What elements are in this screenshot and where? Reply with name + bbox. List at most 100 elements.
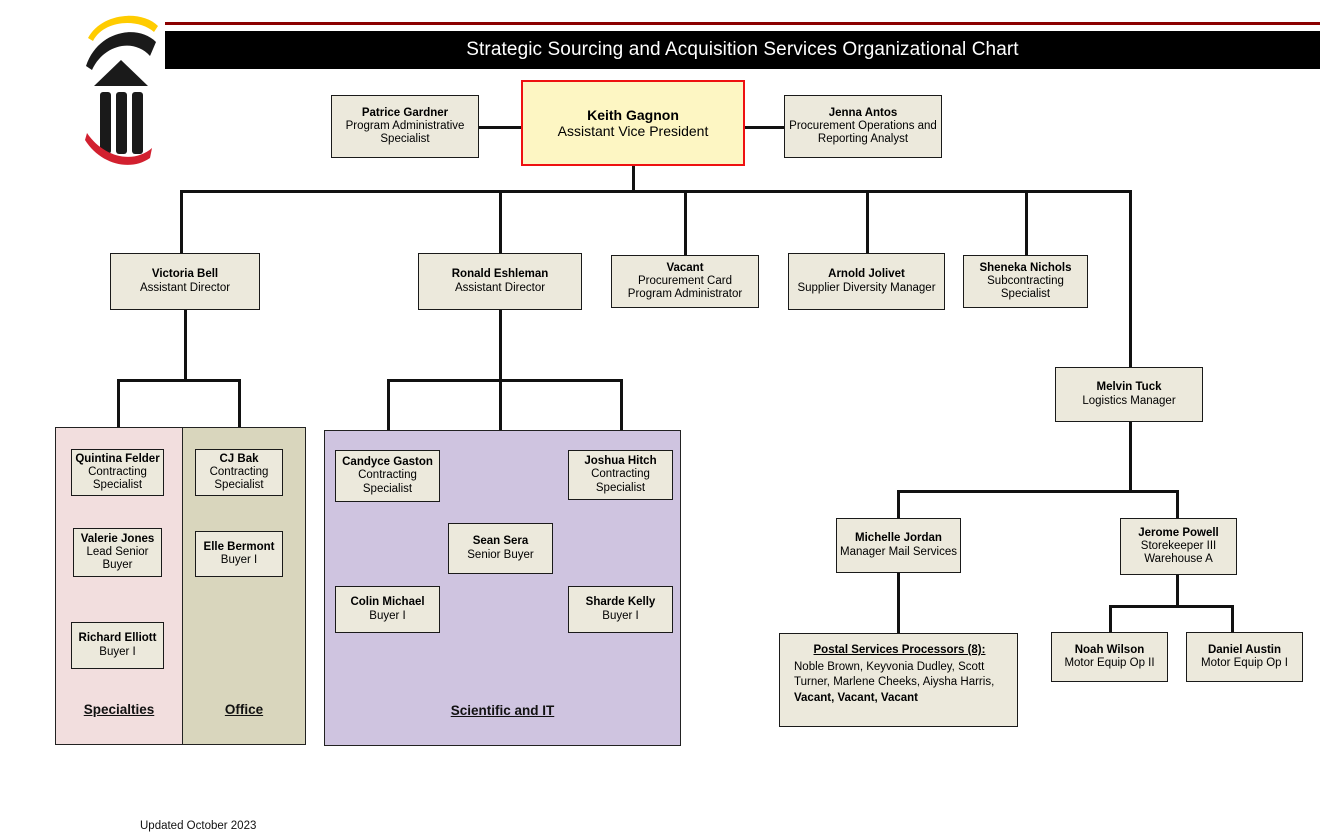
postal-vacant-staff: Vacant, Vacant, Vacant (794, 691, 919, 704)
connector-victoria-bus (117, 379, 241, 382)
node-name: Vacant (666, 261, 704, 274)
node-sheneka-nichols[interactable]: Sheneka Nichols Subcontracting Specialis… (963, 255, 1088, 308)
node-title: Motor Equip Op II (1064, 657, 1155, 669)
node-jerome-powell[interactable]: Jerome Powell Storekeeper III Warehouse … (1120, 518, 1237, 575)
node-melvin-tuck[interactable]: Melvin Tuck Logistics Manager (1055, 367, 1203, 422)
node-name: Colin Michael (350, 596, 425, 609)
connector-drop-arnold (866, 190, 869, 253)
node-name: Quintina Felder (75, 452, 160, 465)
node-daniel-austin[interactable]: Daniel Austin Motor Equip Op I (1186, 632, 1303, 682)
node-title: Assistant Director (139, 281, 231, 294)
node-jenna-antos[interactable]: Jenna Antos Procurement Operations and R… (784, 95, 942, 158)
node-title: Buyer I (99, 645, 136, 658)
node-postal-services-processors[interactable]: Postal Services Processors (8): Noble Br… (779, 633, 1018, 727)
region-label-scientific-it: Scientific and IT (450, 703, 555, 718)
connector-drop-daniel (1231, 605, 1234, 632)
connector-melvin-stem (1129, 422, 1132, 490)
node-cj-bak[interactable]: CJ Bak Contracting Specialist (195, 449, 283, 496)
connector-drop-michelle (897, 490, 900, 518)
node-title: Buyer I (369, 609, 406, 622)
connector-drop-sheneka (1025, 190, 1028, 255)
connector-ronald-bus (387, 379, 623, 382)
node-title: Manager Mail Services (840, 545, 957, 558)
node-vacant-procurement-card[interactable]: Vacant Procurement Card Program Administ… (611, 255, 759, 308)
connector-drop-vacant-pcard (684, 190, 687, 255)
node-name: Melvin Tuck (1096, 381, 1162, 394)
node-title: Motor Equip Op I (1201, 657, 1288, 669)
connector-michelle-postal (897, 573, 900, 633)
node-title: Lead Senior Buyer (86, 545, 149, 572)
connector-drop-melvin (1129, 190, 1132, 367)
node-title: Assistant Director (454, 281, 546, 294)
node-title: Program Administrative Specialist (345, 119, 465, 146)
node-title: Logistics Manager (1082, 394, 1176, 407)
node-colin-michael[interactable]: Colin Michael Buyer I (335, 586, 440, 633)
node-arnold-jolivet[interactable]: Arnold Jolivet Supplier Diversity Manage… (788, 253, 945, 310)
node-valerie-jones[interactable]: Valerie Jones Lead Senior Buyer (73, 528, 162, 577)
page-title: Strategic Sourcing and Acquisition Servi… (165, 31, 1320, 69)
connector-drivers-bus (1109, 605, 1233, 608)
node-name: Sean Sera (472, 535, 529, 548)
postal-title: Postal Services Processors (8): (813, 644, 986, 656)
connector-ronald-stem (499, 310, 502, 382)
node-name: Jerome Powell (1138, 526, 1219, 539)
node-elle-bermont[interactable]: Elle Bermont Buyer I (195, 531, 283, 577)
node-title: Subcontracting Specialist (987, 274, 1064, 301)
node-patrice-gardner[interactable]: Patrice Gardner Program Administrative S… (331, 95, 479, 158)
node-title: Contracting Specialist (591, 468, 650, 494)
node-title: Contracting Specialist (209, 465, 269, 492)
node-title: Contracting Specialist (358, 469, 417, 495)
node-name: Daniel Austin (1207, 643, 1282, 656)
node-name: Patrice Gardner (361, 106, 449, 119)
node-title: Buyer I (602, 609, 639, 622)
title-rule (165, 22, 1320, 25)
university-maryland-logo (80, 8, 162, 166)
node-title: Assistant Vice President (557, 123, 709, 139)
node-joshua-hitch[interactable]: Joshua Hitch Contracting Specialist (568, 450, 673, 500)
node-candyce-gaston[interactable]: Candyce Gaston Contracting Specialist (335, 450, 440, 502)
connector-jerome-stem (1176, 575, 1179, 605)
node-name: Jenna Antos (828, 106, 898, 119)
connector-head-jenna (745, 126, 784, 129)
node-victoria-bell[interactable]: Victoria Bell Assistant Director (110, 253, 260, 310)
node-name: Valerie Jones (80, 532, 155, 545)
connector-drop-jerome (1176, 490, 1179, 518)
postal-named-staff: Noble Brown, Keyvonia Dudley, Scott Turn… (794, 660, 995, 689)
node-quintina-felder[interactable]: Quintina Felder Contracting Specialist (71, 449, 164, 496)
node-title: Procurement Operations and Reporting Ana… (789, 119, 937, 146)
node-title: Senior Buyer (467, 548, 534, 561)
node-name: Richard Elliott (78, 632, 157, 645)
node-name: CJ Bak (219, 452, 259, 465)
node-name: Sheneka Nichols (979, 261, 1072, 274)
node-name: Noah Wilson (1074, 643, 1145, 656)
node-name: Ronald Eshleman (451, 268, 549, 281)
node-sean-sera[interactable]: Sean Sera Senior Buyer (448, 523, 553, 574)
node-name: Arnold Jolivet (828, 268, 905, 281)
node-name: Sharde Kelly (585, 596, 656, 609)
node-ronald-eshleman[interactable]: Ronald Eshleman Assistant Director (418, 253, 582, 310)
node-richard-elliott[interactable]: Richard Elliott Buyer I (71, 622, 164, 669)
node-sharde-kelly[interactable]: Sharde Kelly Buyer I (568, 586, 673, 633)
node-title: Contracting Specialist (88, 465, 147, 492)
region-label-specialties: Specialties (83, 702, 155, 717)
connector-victoria-stem (184, 310, 187, 379)
connector-director-bus (180, 190, 1132, 193)
node-title: Procurement Card Program Administrator (627, 274, 743, 301)
connector-head-stem (632, 166, 635, 192)
node-name: Joshua Hitch (584, 455, 657, 467)
node-title: Storekeeper III Warehouse A (1140, 539, 1217, 566)
updated-label: Updated October 2023 (140, 820, 257, 832)
node-name: Michelle Jordan (855, 532, 942, 545)
node-keith-gagnon[interactable]: Keith Gagnon Assistant Vice President (521, 80, 745, 166)
org-chart-page: Strategic Sourcing and Acquisition Servi… (0, 0, 1327, 837)
node-michelle-jordan[interactable]: Michelle Jordan Manager Mail Services (836, 518, 961, 573)
node-noah-wilson[interactable]: Noah Wilson Motor Equip Op II (1051, 632, 1168, 682)
connector-drop-ronald (499, 190, 502, 253)
region-label-office: Office (224, 702, 264, 717)
node-name: Elle Bermont (203, 540, 275, 553)
connector-logistics-bus (897, 490, 1179, 493)
connector-drop-noah (1109, 605, 1112, 632)
node-title: Supplier Diversity Manager (797, 281, 936, 294)
node-name: Keith Gagnon (587, 106, 679, 123)
connector-drop-victoria (180, 190, 183, 253)
